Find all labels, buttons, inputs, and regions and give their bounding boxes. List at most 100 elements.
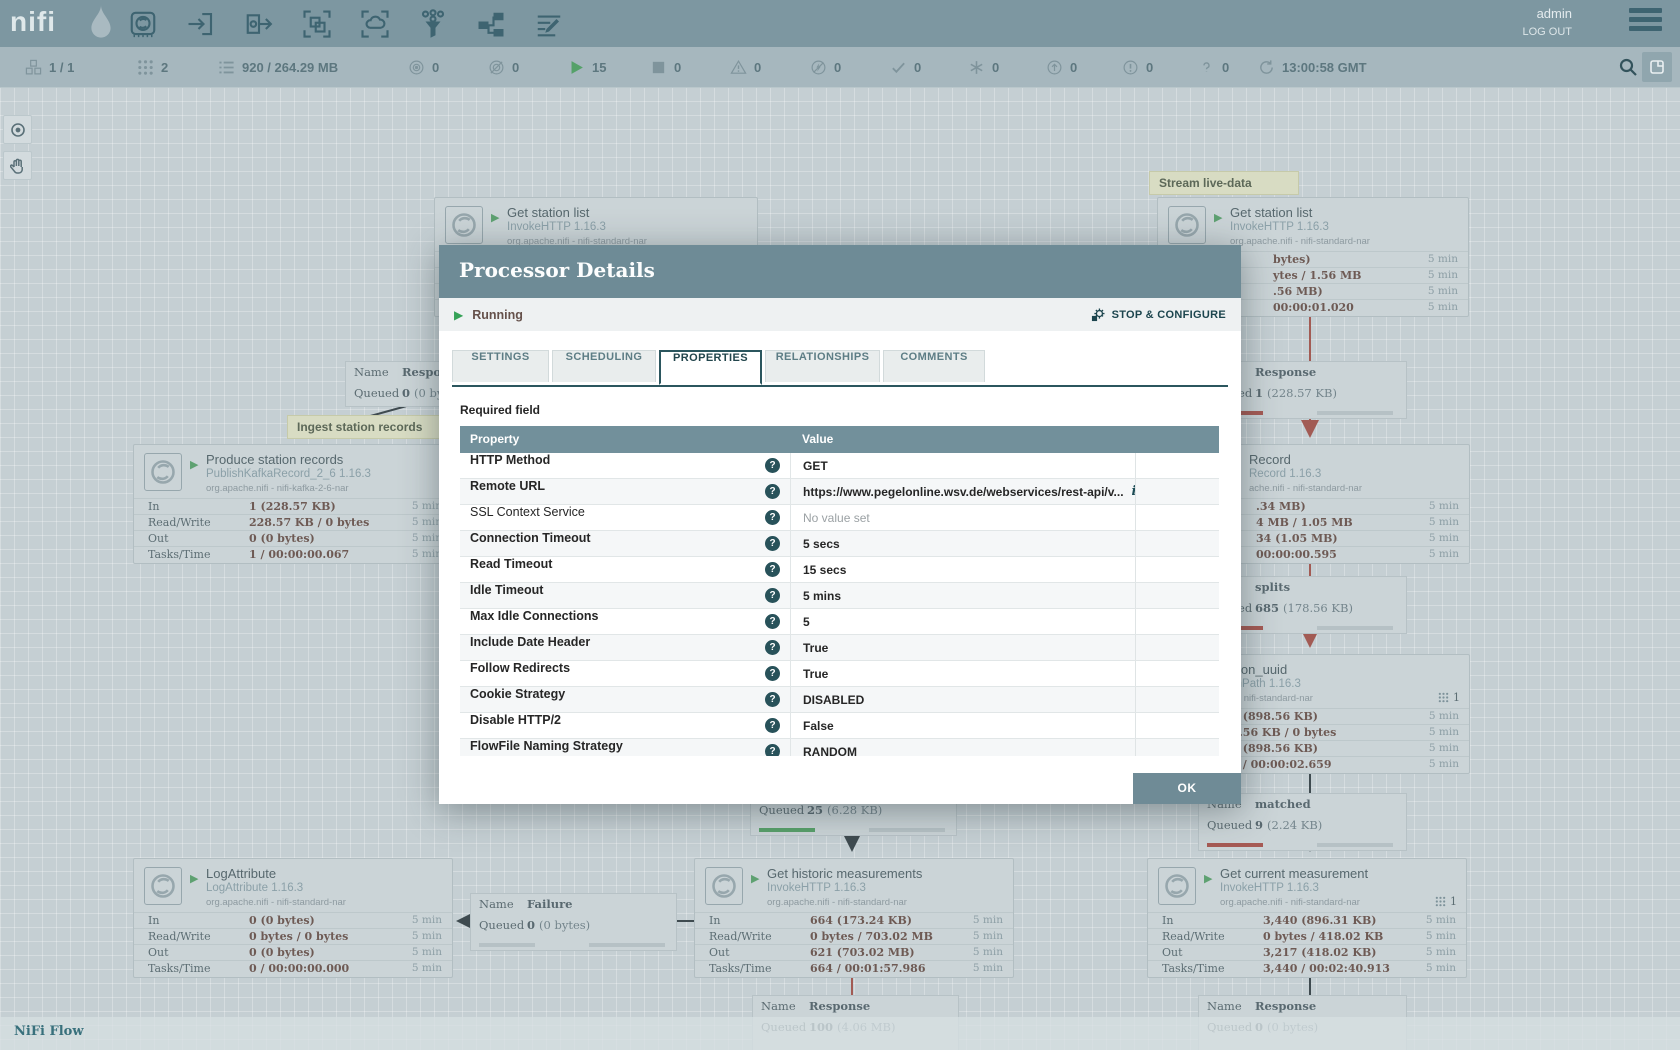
property-row[interactable]: Idle Timeout?5 mins <box>460 583 1219 609</box>
pan-hand-button[interactable] <box>3 151 32 180</box>
tab-settings[interactable]: SETTINGS <box>452 350 549 382</box>
stat-value: 0 <box>914 60 921 75</box>
help-icon[interactable]: ? <box>765 666 780 681</box>
property-value: 15 secs <box>803 563 846 577</box>
property-name: SSL Context Service <box>470 505 585 519</box>
search-icon[interactable] <box>1618 57 1638 77</box>
processor-bundle: org.apache.nifi - nifi-standard-nar <box>767 897 1007 908</box>
refresh-icon[interactable] <box>1258 59 1275 76</box>
processor-bundle: ache.nifi - nifi-standard-nar <box>1249 483 1463 494</box>
last-refresh[interactable]: 13:00:58 GMT <box>1258 47 1367 87</box>
breadcrumb[interactable]: NiFi Flow <box>14 1024 84 1039</box>
processor-stat-row: Read/Write228.57 KB / 0 bytes5 min <box>134 514 452 530</box>
help-icon[interactable]: ? <box>765 562 780 577</box>
processor[interactable]: ▶Produce station recordsPublishKafkaReco… <box>133 444 453 564</box>
running-status-icon: ▶ <box>454 308 463 322</box>
processor-icon[interactable] <box>128 9 158 39</box>
property-value: 5 secs <box>803 537 840 551</box>
template-icon[interactable] <box>476 9 506 39</box>
stat-label: In <box>148 913 159 928</box>
processor-stat-row: Out621 (703.02 MB)5 min <box>695 944 1013 960</box>
active-threads: 1 <box>1435 895 1457 908</box>
help-icon[interactable]: ? <box>765 744 780 756</box>
help-icon[interactable]: ? <box>765 614 780 629</box>
stat-value: 34 (1.05 MB) <box>1256 531 1338 546</box>
property-name: FlowFile Naming Strategy <box>470 739 623 753</box>
gear-stop-icon <box>1091 307 1106 322</box>
property-row[interactable]: Cookie Strategy?DISABLED <box>460 687 1219 713</box>
threads-icon <box>1438 692 1449 703</box>
dialog-title: Processor Details <box>459 258 655 282</box>
stat-value: 4 MB / 1.05 MB <box>1256 515 1353 530</box>
stat-label: Read/Write <box>1162 929 1225 944</box>
tab-properties[interactable]: PROPERTIES <box>659 350 762 385</box>
processor[interactable]: ▶Get historic measurementsInvokeHTTP 1.1… <box>694 858 1014 978</box>
help-icon[interactable]: ? <box>765 718 780 733</box>
stat-window: 5 min <box>973 929 1003 944</box>
help-icon[interactable]: ? <box>765 536 780 551</box>
processor[interactable]: ▶LogAttributeLogAttribute 1.16.3org.apac… <box>133 858 453 978</box>
settings-panel-icon[interactable] <box>1642 52 1672 82</box>
stat-value: 0 <box>1222 60 1229 75</box>
property-row[interactable]: HTTP Method?GET <box>460 453 1219 479</box>
property-name: Disable HTTP/2 <box>470 713 561 727</box>
stat-value: 0 <box>512 60 519 75</box>
help-icon[interactable]: ? <box>765 458 780 473</box>
processor-name: Get station list <box>507 205 751 220</box>
help-icon[interactable]: ? <box>765 510 780 525</box>
input-port-icon[interactable] <box>186 9 216 39</box>
label-icon[interactable] <box>534 9 564 39</box>
global-menu-icon[interactable] <box>1629 8 1662 35</box>
tab-comments[interactable]: COMMENTS <box>883 350 985 382</box>
help-icon[interactable]: ? <box>765 484 780 499</box>
tab-relationships[interactable]: RELATIONSHIPS <box>765 350 880 382</box>
processor-status-row: ▶ Running STOP & CONFIGURE <box>439 298 1241 331</box>
help-icon[interactable]: ? <box>765 588 780 603</box>
processor-bundle: org.apache.nifi - nifi-standard-nar <box>1230 236 1462 247</box>
property-row[interactable]: SSL Context Service? No value set <box>460 505 1219 531</box>
queued-count: 685(178.56 KB) <box>1255 598 1353 619</box>
stat-window: 5 min <box>1429 531 1459 546</box>
funnel-icon[interactable] <box>418 9 448 39</box>
property-row[interactable]: Read Timeout?15 secs <box>460 557 1219 583</box>
thread-count: 1 <box>1450 895 1457 908</box>
navigate-palette-button[interactable] <box>3 115 32 144</box>
stat-value: 664 / 00:01:57.986 <box>810 961 925 976</box>
row-spacer <box>1135 479 1219 504</box>
connection-label[interactable]: NameFailureQueued0(0 bytes) <box>470 893 677 951</box>
property-row[interactable]: FlowFile Naming Strategy?RANDOM <box>460 739 1219 756</box>
running-icon: ▶ <box>751 872 759 885</box>
help-icon[interactable]: ? <box>765 640 780 655</box>
stat-value: 228.57 KB / 0 bytes <box>249 515 369 530</box>
canvas-label[interactable]: Ingest station records <box>287 415 443 439</box>
property-row[interactable]: Connection Timeout?5 secs <box>460 531 1219 557</box>
row-spacer <box>1135 557 1219 582</box>
property-value: No value set <box>803 511 870 525</box>
help-icon[interactable]: ? <box>765 692 780 707</box>
stat-value: 00:00:00.595 <box>1256 547 1337 562</box>
queue-progress-bars <box>1199 843 1406 847</box>
stop-and-configure-button[interactable]: STOP & CONFIGURE <box>1091 307 1226 322</box>
property-row[interactable]: Include Date Header?True <box>460 635 1219 661</box>
modified-stale-icon <box>1122 59 1139 76</box>
stat-value: 920 / 264.29 MB <box>242 60 338 75</box>
properties-table-header: Property Value <box>460 426 1219 453</box>
logout-link[interactable]: LOG OUT <box>1522 26 1572 38</box>
property-row[interactable]: Remote URL?https://www.pegelonline.wsv.d… <box>460 479 1219 505</box>
processor-stat-row: Out0 (0 bytes)5 min <box>134 944 452 960</box>
property-row[interactable]: Disable HTTP/2?False <box>460 713 1219 739</box>
remote-process-group-icon[interactable] <box>360 9 390 39</box>
property-row[interactable]: Max Idle Connections?5 <box>460 609 1219 635</box>
value-column-header: Value <box>790 426 1135 453</box>
stat-window: 5 min <box>412 961 442 976</box>
stat-label: In <box>709 913 720 928</box>
canvas-label[interactable]: Stream live-data <box>1149 171 1299 195</box>
processor-name: Get historic measurements <box>767 866 1007 881</box>
tab-scheduling[interactable]: SCHEDULING <box>552 350 656 382</box>
process-group-icon[interactable] <box>302 9 332 39</box>
ok-button[interactable]: OK <box>1133 773 1241 804</box>
output-port-icon[interactable] <box>244 9 274 39</box>
property-row[interactable]: Follow Redirects?True <box>460 661 1219 687</box>
processor[interactable]: ▶Get current measurementInvokeHTTP 1.16.… <box>1147 858 1467 978</box>
stat-value: 1 / 1 <box>49 60 74 75</box>
